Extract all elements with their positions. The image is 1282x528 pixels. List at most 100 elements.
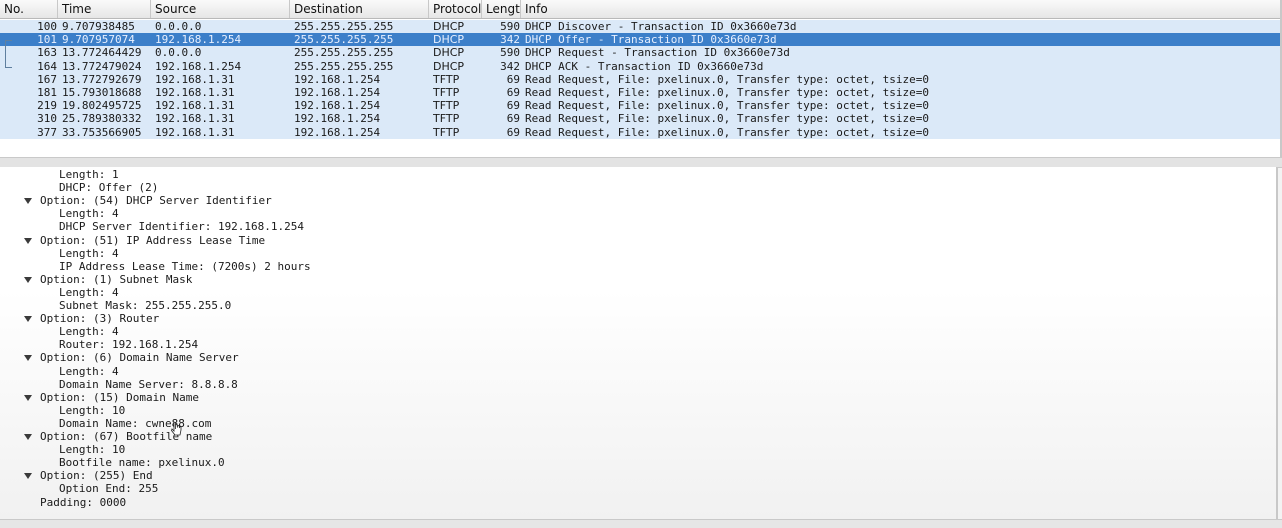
cell-info: DHCP ACK - Transaction ID 0x3660e73d — [525, 59, 764, 73]
cell-len: 69 — [506, 85, 520, 99]
detail-tree-node[interactable]: Option: (51) IP Address Lease Time — [40, 234, 265, 247]
detail-tree-field[interactable]: Subnet Mask: 255.255.255.0 — [59, 299, 231, 312]
cell-time: 15.793018688 — [62, 85, 142, 99]
detail-tree-node[interactable]: Option: (1) Subnet Mask — [40, 273, 192, 286]
cell-proto: TFTP — [433, 99, 460, 113]
cell-dst: 255.255.255.255 — [294, 46, 394, 60]
packet-list-header: No. Time Source Destination Protocol Len… — [0, 0, 1280, 19]
cell-src: 192.168.1.254 — [155, 33, 242, 47]
cell-len: 69 — [506, 125, 520, 139]
cell-time: 13.772479024 — [62, 59, 142, 73]
expand-arrow-icon[interactable] — [24, 316, 32, 323]
detail-tree-field[interactable]: Length: 10 — [59, 443, 125, 456]
packet-row[interactable]: 167 13.772792679 192.168.1.31 192.168.1.254… — [0, 72, 1280, 86]
cell-proto: TFTP — [433, 112, 460, 126]
cell-info: DHCP Offer - Transaction ID 0x3660e73d — [525, 33, 777, 47]
detail-tree-field[interactable]: Length: 4 — [59, 286, 119, 299]
detail-tree-field[interactable]: Option End: 255 — [59, 482, 158, 495]
cell-info: Read Request, File: pxelinux.0, Transfer… — [525, 99, 929, 113]
detail-tree-field[interactable]: Length: 4 — [59, 207, 119, 220]
cell-src: 192.168.1.31 — [155, 99, 235, 113]
detail-tree-field[interactable]: DHCP: Offer (2) — [59, 181, 158, 194]
cell-time: 13.772792679 — [62, 72, 142, 86]
detail-tree-node[interactable]: Option: (6) Domain Name Server — [40, 351, 239, 364]
detail-tree-field[interactable]: Length: 1 — [59, 168, 119, 181]
expand-arrow-icon[interactable] — [24, 434, 32, 440]
column-header-time[interactable]: Time — [58, 0, 151, 18]
cell-dst: 255.255.255.255 — [294, 33, 394, 47]
expand-arrow-icon[interactable] — [24, 355, 32, 362]
column-header-info[interactable]: Info — [521, 0, 1280, 18]
column-header-protocol[interactable]: Protocol — [429, 0, 482, 18]
detail-tree-field[interactable]: Length: 4 — [59, 365, 119, 378]
cell-proto: DHCP — [433, 46, 465, 60]
expand-arrow-icon[interactable] — [24, 237, 32, 244]
cell-len: 590 — [500, 46, 520, 60]
detail-tree-field[interactable]: DHCP Server Identifier: 192.168.1.254 — [59, 220, 304, 233]
detail-tree-node[interactable]: Option: (67) Bootfile name — [40, 430, 212, 443]
cell-proto: DHCP — [433, 20, 465, 33]
column-header-source[interactable]: Source — [151, 0, 290, 18]
detail-tree-field[interactable]: Length: 4 — [59, 325, 119, 338]
cell-dst: 192.168.1.254 — [294, 99, 381, 113]
cell-src: 192.168.1.31 — [155, 72, 235, 86]
cell-info: DHCP Request - Transaction ID 0x3660e73d — [525, 46, 790, 60]
cell-time: 33.753566905 — [62, 125, 142, 139]
cell-dst: 192.168.1.254 — [294, 112, 381, 126]
cell-info: DHCP Discover - Transaction ID 0x3660e73… — [525, 20, 797, 33]
detail-tree-field[interactable]: IP Address Lease Time: (7200s) 2 hours — [59, 260, 311, 273]
detail-tree-node[interactable]: Option: (15) Domain Name — [40, 391, 199, 404]
cell-dst: 192.168.1.254 — [294, 125, 381, 139]
detail-tree-node[interactable]: Option: (54) DHCP Server Identifier — [40, 194, 272, 207]
packet-row[interactable]: 377 33.753566905 192.168.1.31 192.168.1.254… — [0, 125, 1280, 139]
packet-row[interactable]: 310 25.789380332 192.168.1.31 192.168.1.254… — [0, 112, 1280, 126]
cell-src: 192.168.1.31 — [155, 112, 235, 126]
column-header-length[interactable]: Length — [482, 0, 521, 18]
detail-tree-node[interactable]: Option: (255) End — [40, 469, 153, 482]
cell-src: 0.0.0.0 — [155, 46, 202, 60]
detail-tree-field[interactable]: Router: 192.168.1.254 — [59, 338, 198, 351]
cell-no: 310 — [37, 112, 57, 126]
cell-dst: 255.255.255.255 — [294, 20, 394, 33]
expand-arrow-icon[interactable] — [24, 276, 32, 283]
detail-tree-field[interactable]: Domain Name: cwne88.com — [59, 417, 211, 430]
cell-no: 377 — [37, 125, 57, 139]
cell-info: Read Request, File: pxelinux.0, Transfer… — [525, 85, 929, 99]
cell-no: 100 — [37, 20, 57, 33]
detail-tree-field[interactable]: Padding: 0000 — [40, 496, 126, 509]
expand-arrow-icon[interactable] — [24, 473, 32, 480]
packet-list-pane[interactable]: No. Time Source Destination Protocol Len… — [0, 0, 1282, 157]
packet-details-pane[interactable]: Length: 1 DHCP: Offer (2) Option: (54) DHC… — [0, 167, 1278, 519]
detail-tree-field[interactable]: Length: 10 — [59, 404, 125, 417]
cell-time: 19.802495725 — [62, 99, 142, 113]
packet-row[interactable]: 101 9.707957074 192.168.1.254 255.255.255.2… — [0, 33, 1280, 47]
cell-src: 192.168.1.31 — [155, 125, 235, 139]
cell-info: Read Request, File: pxelinux.0, Transfer… — [525, 125, 929, 139]
cell-src: 192.168.1.31 — [155, 85, 235, 99]
cell-len: 69 — [506, 99, 520, 113]
cell-src: 192.168.1.254 — [155, 59, 242, 73]
cell-dst: 192.168.1.254 — [294, 85, 381, 99]
cell-time: 25.789380332 — [62, 112, 142, 126]
detail-tree-field[interactable]: Domain Name Server: 8.8.8.8 — [59, 378, 238, 391]
cell-time: 13.772464429 — [62, 46, 142, 60]
cell-info: Read Request, File: pxelinux.0, Transfer… — [525, 72, 929, 86]
cell-dst: 255.255.255.255 — [294, 59, 394, 73]
cell-len: 342 — [500, 33, 520, 47]
expand-arrow-icon[interactable] — [24, 198, 32, 205]
packet-row[interactable]: 100 9.707938485 0.0.0.0 255.255.255.255 DHCP… — [0, 20, 1280, 34]
column-header-destination[interactable]: Destination — [290, 0, 429, 18]
mouse-cursor-icon — [171, 421, 182, 436]
column-header-no[interactable]: No. — [0, 0, 58, 18]
cell-info: Read Request, File: pxelinux.0, Transfer… — [525, 112, 929, 126]
cell-proto: DHCP — [433, 33, 465, 47]
packet-row[interactable]: 163 13.772464429 0.0.0.0 255.255.255.255 DHC… — [0, 46, 1280, 60]
detail-tree-field[interactable]: Bootfile name: pxelinux.0 — [59, 456, 225, 469]
cell-dst: 192.168.1.254 — [294, 72, 381, 86]
expand-arrow-icon[interactable] — [24, 394, 32, 401]
packet-row[interactable]: 164 13.772479024 192.168.1.254 255.255.255.… — [0, 59, 1280, 73]
packet-row[interactable]: 181 15.793018688 192.168.1.31 192.168.1.254… — [0, 85, 1280, 100]
detail-tree-node[interactable]: Option: (3) Router — [40, 312, 159, 325]
packet-row[interactable]: 219 19.802495725 192.168.1.31 192.168.1.254… — [0, 99, 1280, 113]
detail-tree-field[interactable]: Length: 4 — [59, 247, 119, 260]
